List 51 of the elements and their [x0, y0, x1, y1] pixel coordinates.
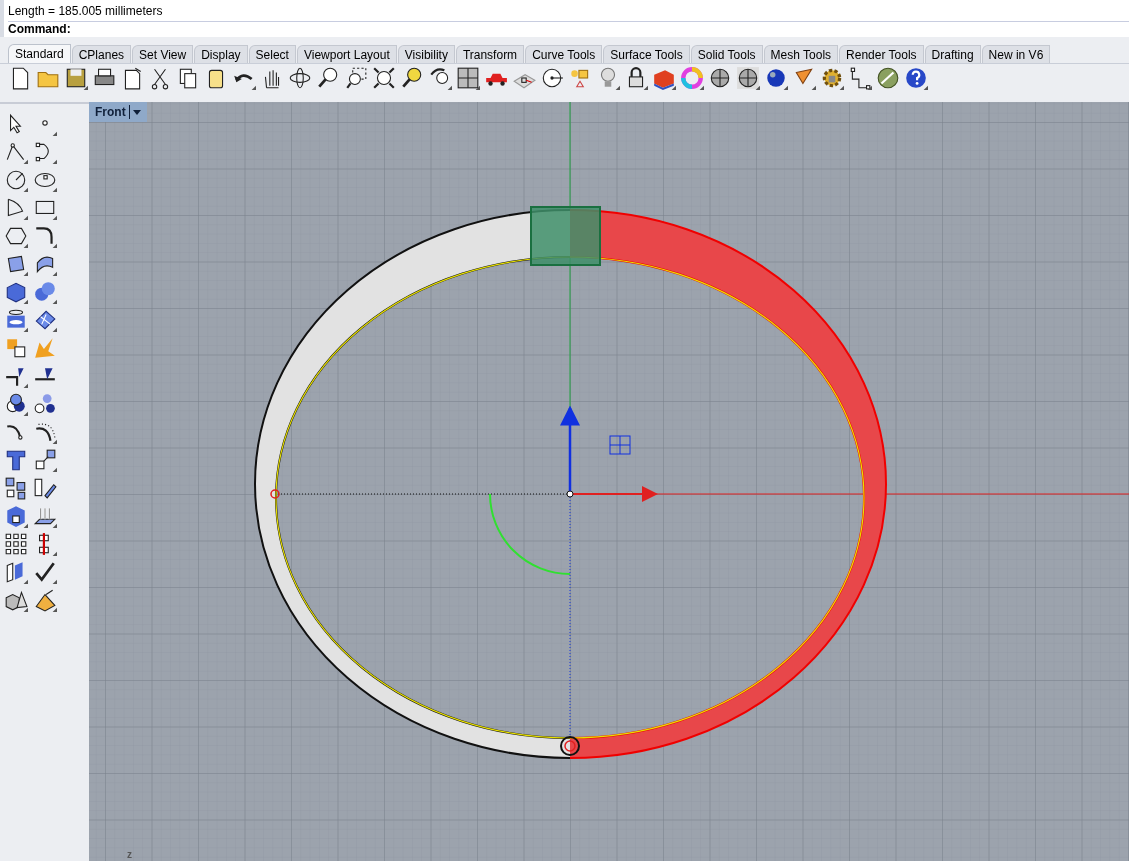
toolbar-tab[interactable]: Visibility — [397, 45, 455, 63]
cylinder-icon[interactable] — [4, 308, 28, 332]
viewport-title: Front — [95, 104, 126, 121]
toolbar-tab[interactable]: Viewport Layout — [296, 45, 397, 63]
dropdown-caret-icon[interactable] — [132, 109, 141, 115]
spheres-icon[interactable] — [33, 280, 57, 304]
dimension-circle-icon[interactable] — [540, 66, 564, 90]
toolbar-tab[interactable]: Set View — [132, 45, 194, 63]
cube-icon[interactable] — [4, 280, 28, 304]
axis-label: z — [127, 850, 132, 860]
circles-icon[interactable] — [33, 392, 57, 416]
toolbar-tab[interactable]: Solid Tools — [690, 45, 763, 63]
toolbar-tab[interactable]: CPlanes — [71, 45, 132, 63]
toolbar-tab[interactable]: Select — [248, 45, 296, 63]
text-icon[interactable] — [4, 448, 28, 472]
magnifier-icon[interactable] — [316, 66, 340, 90]
ring-model-drawing[interactable] — [254, 102, 1129, 759]
circle-icon[interactable] — [4, 168, 28, 192]
zoom-extents-icon[interactable] — [372, 66, 396, 90]
toolbar-tab[interactable]: Standard — [8, 44, 71, 63]
squares-icon[interactable] — [4, 476, 28, 500]
undo-view-icon[interactable] — [428, 66, 452, 90]
checkmark-icon[interactable] — [33, 560, 57, 584]
orbit-icon[interactable] — [288, 66, 312, 90]
toolbar-tab[interactable]: Surface Tools — [603, 45, 690, 63]
mesh-surface-icon[interactable] — [33, 308, 57, 332]
toolbar-tab[interactable]: Drafting — [924, 45, 981, 63]
four-viewports-icon[interactable] — [456, 66, 480, 90]
help-icon[interactable] — [904, 66, 928, 90]
toolbar-tab[interactable]: Display — [194, 45, 248, 63]
polyline-icon[interactable] — [4, 140, 28, 164]
command-output: Length = 185.005 millimeters — [8, 4, 164, 19]
dot-grid-icon[interactable] — [4, 532, 28, 556]
sphere-icon[interactable] — [708, 66, 732, 90]
grid-sphere-icon[interactable] — [736, 66, 760, 90]
scale-icon[interactable] — [33, 448, 57, 472]
offset-curve-icon[interactable] — [33, 420, 57, 444]
toolbar-tab[interactable]: Curve Tools — [525, 45, 603, 63]
zoom-window-icon[interactable] — [344, 66, 368, 90]
toolbar-tab[interactable]: Transform — [455, 45, 525, 63]
toolbar-tab[interactable]: Mesh Tools — [763, 45, 839, 63]
zoom-selected-icon[interactable] — [400, 66, 424, 90]
command-prompt[interactable]: Command: — [8, 22, 1129, 37]
toolbar-tab[interactable]: Render Tools — [839, 45, 924, 63]
fillet-icon[interactable] — [33, 224, 57, 248]
toolbar-tab[interactable]: New in V6 — [981, 45, 1051, 63]
color-wheel-icon[interactable] — [680, 66, 704, 90]
gear-icon[interactable] — [820, 66, 844, 90]
shaded-sphere-icon[interactable] — [764, 66, 788, 90]
viewport-title-tab[interactable]: Front — [89, 102, 147, 122]
curve-icon[interactable] — [33, 140, 57, 164]
